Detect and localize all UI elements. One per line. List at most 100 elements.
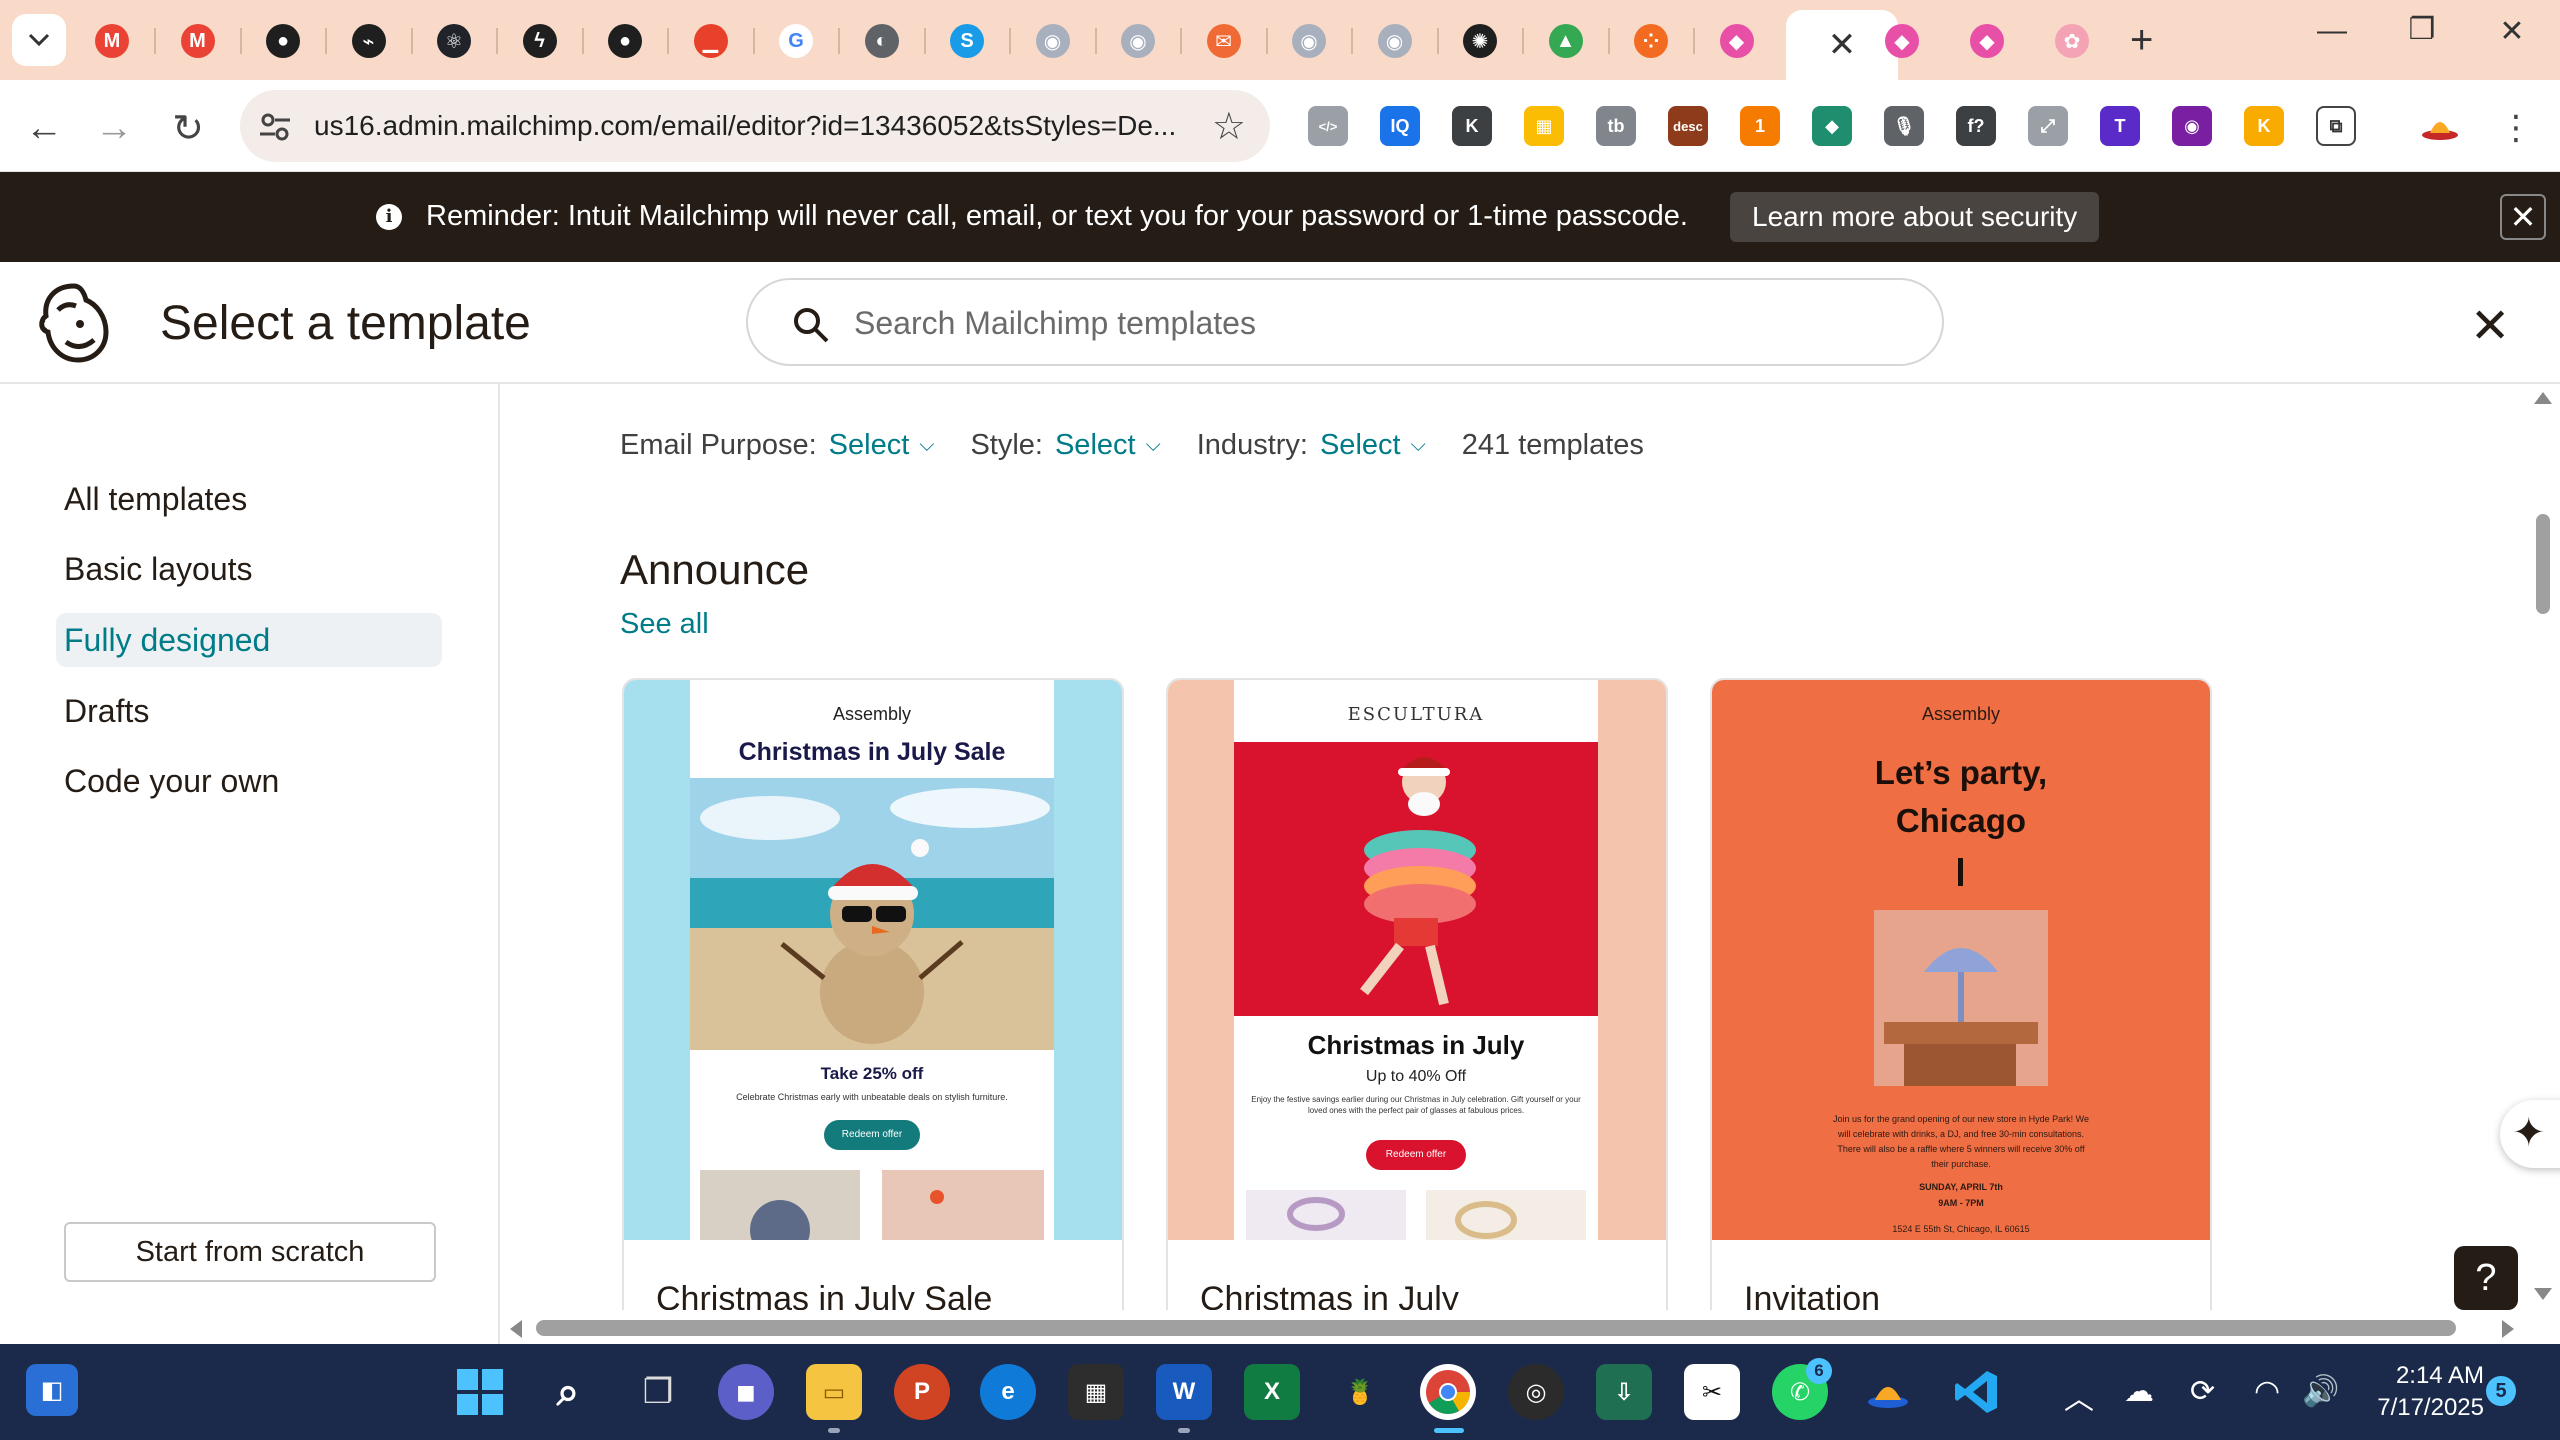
help-button[interactable]: ? bbox=[2454, 1246, 2518, 1310]
reload-button[interactable]: ↻ bbox=[162, 102, 214, 154]
browser-tab[interactable]: ◆ bbox=[1695, 10, 1779, 72]
file-explorer-icon[interactable]: ▭ bbox=[806, 1364, 862, 1420]
browser-tab[interactable]: ◉ bbox=[1096, 10, 1180, 72]
browser-tab[interactable]: S bbox=[925, 10, 1009, 72]
browser-tab[interactable]: ● bbox=[583, 10, 667, 72]
browser-tab[interactable]: ◉ bbox=[1011, 10, 1095, 72]
chrome-icon[interactable] bbox=[1420, 1364, 1476, 1420]
t-ext-icon[interactable]: T bbox=[2100, 106, 2140, 146]
browser-tab[interactable]: ◐ bbox=[840, 10, 924, 72]
teams-chat-icon[interactable]: ◼ bbox=[718, 1364, 774, 1420]
vpn-app-icon[interactable] bbox=[1860, 1364, 1916, 1420]
template-card-christmas-in-july-sale[interactable]: Assembly Christmas in July Sale Take 25%… bbox=[622, 678, 1124, 1310]
wifi-icon[interactable]: ◠ bbox=[2254, 1374, 2280, 1409]
browser-tab[interactable]: ϟ bbox=[498, 10, 582, 72]
vscode-icon[interactable] bbox=[1948, 1364, 2004, 1420]
close-template-picker-button[interactable]: ✕ bbox=[2470, 298, 2510, 354]
taskbar-search-icon[interactable]: ⌕ bbox=[540, 1364, 596, 1420]
site-settings-icon[interactable] bbox=[258, 110, 292, 144]
browser-tab[interactable]: ⌁ bbox=[327, 10, 411, 72]
task-view-icon[interactable]: ❐ bbox=[630, 1364, 686, 1420]
start-windows-icon[interactable] bbox=[452, 1364, 508, 1420]
see-all-link[interactable]: See all bbox=[620, 608, 709, 641]
scroll-left-arrow[interactable] bbox=[510, 1320, 522, 1338]
mic-icon[interactable]: 🎙 bbox=[1884, 106, 1924, 146]
edge-icon[interactable]: e bbox=[980, 1364, 1036, 1420]
browser-tab[interactable]: ✺ bbox=[1438, 10, 1522, 72]
mailchimp-logo-icon[interactable] bbox=[36, 280, 112, 364]
close-tab-icon[interactable]: ✕ bbox=[1828, 25, 1857, 65]
url-text[interactable]: us16.admin.mailchimp.com/email/editor?id… bbox=[314, 110, 1176, 142]
k-ext-icon[interactable]: K bbox=[1452, 106, 1492, 146]
code-ext-icon[interactable]: </> bbox=[1308, 106, 1348, 146]
k-yellow-ext-icon[interactable]: K bbox=[2244, 106, 2284, 146]
forward-button[interactable]: → bbox=[88, 102, 140, 154]
learn-more-security-button[interactable]: Learn more about security bbox=[1730, 192, 2100, 242]
sidebar-item-fully-designed[interactable]: Fully designed bbox=[56, 613, 442, 667]
sidebar-item-basic-layouts[interactable]: Basic layouts bbox=[56, 542, 442, 596]
browser-tab[interactable]: ⁘ bbox=[1609, 10, 1693, 72]
fruit-app-icon[interactable]: 🍍 bbox=[1332, 1364, 1388, 1420]
volume-icon[interactable]: 🔊 bbox=[2302, 1374, 2339, 1409]
expand-icon[interactable]: ⤢ bbox=[2028, 106, 2068, 146]
browser-tab[interactable]: ● bbox=[241, 10, 325, 72]
puzzle-icon[interactable]: ⧉ bbox=[2316, 106, 2356, 146]
industry-dropdown[interactable]: Select ⌵ bbox=[1320, 429, 1426, 462]
sidebar-item-all-templates[interactable]: All templates bbox=[56, 472, 442, 526]
onedrive-icon[interactable]: ☁ bbox=[2124, 1374, 2154, 1409]
style-dropdown[interactable]: Select ⌵ bbox=[1055, 429, 1161, 462]
window-close-button[interactable]: ✕ bbox=[2482, 14, 2542, 49]
diamond-ext-icon[interactable]: ◆ bbox=[1812, 106, 1852, 146]
sidebar-item-code-your-own[interactable]: Code your own bbox=[56, 754, 442, 808]
capcut-icon[interactable]: ✂ bbox=[1684, 1364, 1740, 1420]
template-card-invitation[interactable]: Assembly Let’s party, Chicago Join us fo… bbox=[1710, 678, 2212, 1310]
scroll-right-arrow[interactable] bbox=[2502, 1320, 2514, 1338]
formula-ext-icon[interactable]: f? bbox=[1956, 106, 1996, 146]
sidebar-item-drafts[interactable]: Drafts bbox=[56, 684, 442, 738]
browser-tab[interactable]: ◉ bbox=[1353, 10, 1437, 72]
horizontal-scrollbar[interactable] bbox=[502, 1310, 2522, 1344]
system-clock[interactable]: 2:14 AM 7/17/2025 bbox=[2360, 1360, 2484, 1424]
notification-count-badge[interactable]: 5 bbox=[2486, 1376, 2516, 1406]
scroll-down-arrow[interactable] bbox=[2534, 1288, 2552, 1300]
word-icon[interactable]: W bbox=[1156, 1364, 1212, 1420]
iq-ext-icon[interactable]: IQ bbox=[1380, 106, 1420, 146]
obs-icon[interactable]: ◎ bbox=[1508, 1364, 1564, 1420]
profile-avatar[interactable] bbox=[2420, 106, 2460, 146]
browser-menu-button[interactable]: ⋮ bbox=[2490, 102, 2542, 154]
back-button[interactable]: ← bbox=[18, 102, 70, 154]
powerpoint-icon[interactable]: P bbox=[894, 1364, 950, 1420]
scroll-thumb[interactable] bbox=[536, 1320, 2456, 1336]
badge-ext-icon[interactable]: 1 bbox=[1740, 106, 1780, 146]
vertical-scrollbar[interactable] bbox=[2522, 384, 2560, 1310]
new-tab-button[interactable]: + bbox=[2130, 18, 2153, 63]
start-from-scratch-button[interactable]: Start from scratch bbox=[64, 1222, 436, 1282]
ai-sparkle-button[interactable]: ✦ bbox=[2500, 1100, 2560, 1168]
browser-tab[interactable]: M bbox=[156, 10, 240, 72]
grid-ext-icon[interactable]: ▦ bbox=[1524, 106, 1564, 146]
tab-search-button[interactable] bbox=[12, 14, 66, 66]
tb-ext-icon[interactable]: tb bbox=[1596, 106, 1636, 146]
browser-tab[interactable]: ▁ bbox=[669, 10, 753, 72]
email-purpose-dropdown[interactable]: Select ⌵ bbox=[829, 429, 935, 462]
browser-tab[interactable]: ◆ bbox=[1945, 10, 2029, 72]
search-input[interactable] bbox=[854, 298, 1854, 348]
browser-tab[interactable]: ✿ bbox=[2030, 10, 2114, 72]
browser-tab[interactable]: ▲ bbox=[1524, 10, 1608, 72]
template-search[interactable] bbox=[746, 278, 1944, 366]
browser-tab[interactable]: M bbox=[70, 10, 154, 72]
minimize-button[interactable]: — bbox=[2302, 14, 2362, 48]
green-app-icon[interactable]: ⇩ bbox=[1596, 1364, 1652, 1420]
address-bar[interactable]: us16.admin.mailchimp.com/email/editor?id… bbox=[240, 90, 1270, 162]
scroll-up-arrow[interactable] bbox=[2534, 392, 2552, 404]
excel-icon[interactable]: X bbox=[1244, 1364, 1300, 1420]
eye-ext-icon[interactable]: ◉ bbox=[2172, 106, 2212, 146]
browser-tab[interactable]: ◆ bbox=[1860, 10, 1944, 72]
browser-tab[interactable]: ⚛ bbox=[412, 10, 496, 72]
ms-store-icon[interactable]: ▦ bbox=[1068, 1364, 1124, 1420]
restore-button[interactable]: ❐ bbox=[2392, 12, 2452, 47]
template-card-christmas-in-july[interactable]: ESCULTURA Christmas in July Up to 40% Of… bbox=[1166, 678, 1668, 1310]
desc-ext-icon[interactable]: desc bbox=[1668, 106, 1708, 146]
bookmark-star-icon[interactable]: ☆ bbox=[1212, 104, 1246, 149]
scroll-thumb[interactable] bbox=[2536, 514, 2550, 614]
